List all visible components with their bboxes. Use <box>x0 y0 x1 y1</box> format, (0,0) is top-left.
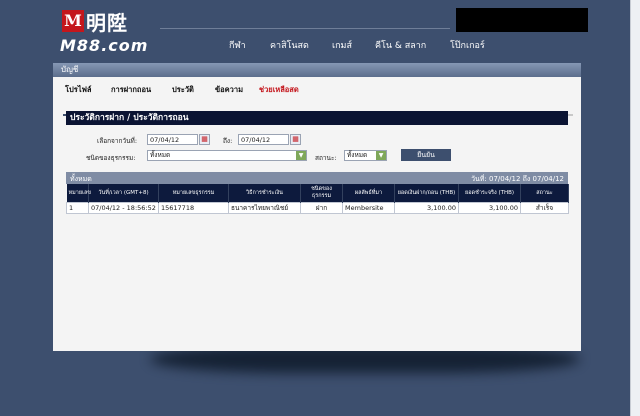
nav-sports[interactable]: กีฬา <box>229 38 246 52</box>
to-date-label: ถึง: <box>223 137 233 145</box>
column-header[interactable]: ยอดเงินฝาก/ถอน (THB) <box>394 184 459 203</box>
calendar-icon[interactable]: ▦ <box>290 134 301 145</box>
cell-transaction-type: ฝาก <box>300 202 343 214</box>
column-header[interactable]: หมายเลข <box>66 184 91 203</box>
transaction-type-label: ชนิดของธุรกรรม: <box>86 154 136 162</box>
nav-keno-lottery[interactable]: คีโน & สลาก <box>375 38 426 52</box>
from-date-label: เลือกจากวันที่: <box>97 137 138 145</box>
chevron-down-icon: ▼ <box>296 151 306 160</box>
column-header[interactable]: ชนิดของธุรกรรม <box>300 184 343 203</box>
chevron-down-icon: ▼ <box>376 151 386 160</box>
cell-datetime: 07/04/12 - 18:56:52 <box>88 202 159 214</box>
status-label: สถานะ: <box>315 154 337 162</box>
transaction-type-value: ทั้งหมด <box>150 151 171 159</box>
results-table: หมายเลข วันที่/เวลา (GMT+8) หมายเลขธุรกร… <box>66 184 569 214</box>
page-scrollbar[interactable] <box>630 0 640 416</box>
cell-number: 1 <box>66 202 89 214</box>
to-date-input[interactable]: 07/04/12 <box>238 134 289 145</box>
column-header[interactable]: หมายเลขธุรกรรม <box>158 184 229 203</box>
results-header-left: ทั้งหมด <box>70 175 92 183</box>
site-header: M 明陞 M88.com กีฬา คาสิโนสด เกมส์ คีโน & … <box>0 0 640 62</box>
tab-deposit-withdraw[interactable]: การฝากถอน <box>111 84 151 96</box>
brand-name-en[interactable]: M88.com <box>60 36 148 55</box>
results-table-wrap: ทั้งหมด วันที่: 07/04/12 ถึง 07/04/12 หม… <box>66 172 569 214</box>
table-row[interactable]: 1 07/04/12 - 18:56:52 15617718 ธนาคารไทย… <box>66 202 569 214</box>
nav-live-casino[interactable]: คาสิโนสด <box>270 38 309 52</box>
calendar-icon[interactable]: ▦ <box>199 134 210 145</box>
cell-payment-method: ธนาคารไทยพาณิชย์ <box>228 202 301 214</box>
header-divider <box>160 28 450 29</box>
nav-games[interactable]: เกมส์ <box>332 38 352 52</box>
status-select[interactable]: ทั้งหมด ▼ <box>344 150 387 161</box>
submit-button[interactable]: ยืนยัน <box>401 149 451 161</box>
column-header[interactable]: วันที่/เวลา (GMT+8) <box>88 184 159 203</box>
results-date-range: วันที่: 07/04/12 ถึง 07/04/12 <box>471 175 564 183</box>
column-header[interactable]: วิธีการชำระเงิน <box>228 184 301 203</box>
from-date-input[interactable]: 07/04/12 <box>147 134 198 145</box>
redacted-area <box>456 8 588 32</box>
tab-profile[interactable]: โปรไฟล์ <box>65 84 92 96</box>
cell-amount: 3,100.00 <box>394 202 459 214</box>
tab-messages[interactable]: ข้อความ <box>215 84 243 96</box>
tab-history[interactable]: ประวัติ <box>172 84 194 96</box>
account-tabs: โปรไฟล์ การฝากถอน ประวัติ ข้อความ ช่วยเห… <box>53 81 581 116</box>
column-header[interactable]: ยอดชำระจริง (THB) <box>458 184 521 203</box>
status-value: ทั้งหมด <box>347 151 368 159</box>
section-title-bar: ประวัติการฝาก / ประวัติการถอน <box>66 111 568 125</box>
transaction-type-select[interactable]: ทั้งหมด ▼ <box>147 150 307 161</box>
cell-status: สำเร็จ <box>520 202 569 214</box>
nav-poker[interactable]: โป๊กเกอร์ <box>450 38 485 52</box>
panel-title: บัญชี <box>61 65 79 74</box>
brand-name-cn[interactable]: 明陞 <box>86 7 128 36</box>
column-header[interactable]: สถานะ <box>520 184 569 203</box>
column-header[interactable]: ผลลัพธ์ที่มา <box>342 184 395 203</box>
cell-source: Membersite <box>342 202 395 214</box>
results-header: ทั้งหมด วันที่: 07/04/12 ถึง 07/04/12 <box>66 172 568 184</box>
account-panel: บัญชี โปรไฟล์ การฝากถอน ประวัติ ข้อความ … <box>53 63 581 351</box>
panel-title-bar: บัญชี <box>53 63 581 77</box>
tab-live-help[interactable]: ช่วยเหลือสด <box>259 84 299 96</box>
brand-logo-mark[interactable]: M <box>62 10 84 32</box>
section-title: ประวัติการฝาก / ประวัติการถอน <box>70 113 189 123</box>
cell-actual-amount: 3,100.00 <box>458 202 521 214</box>
table-header-row: หมายเลข วันที่/เวลา (GMT+8) หมายเลขธุรกร… <box>66 184 569 203</box>
cell-transaction-id: 15617718 <box>158 202 229 214</box>
